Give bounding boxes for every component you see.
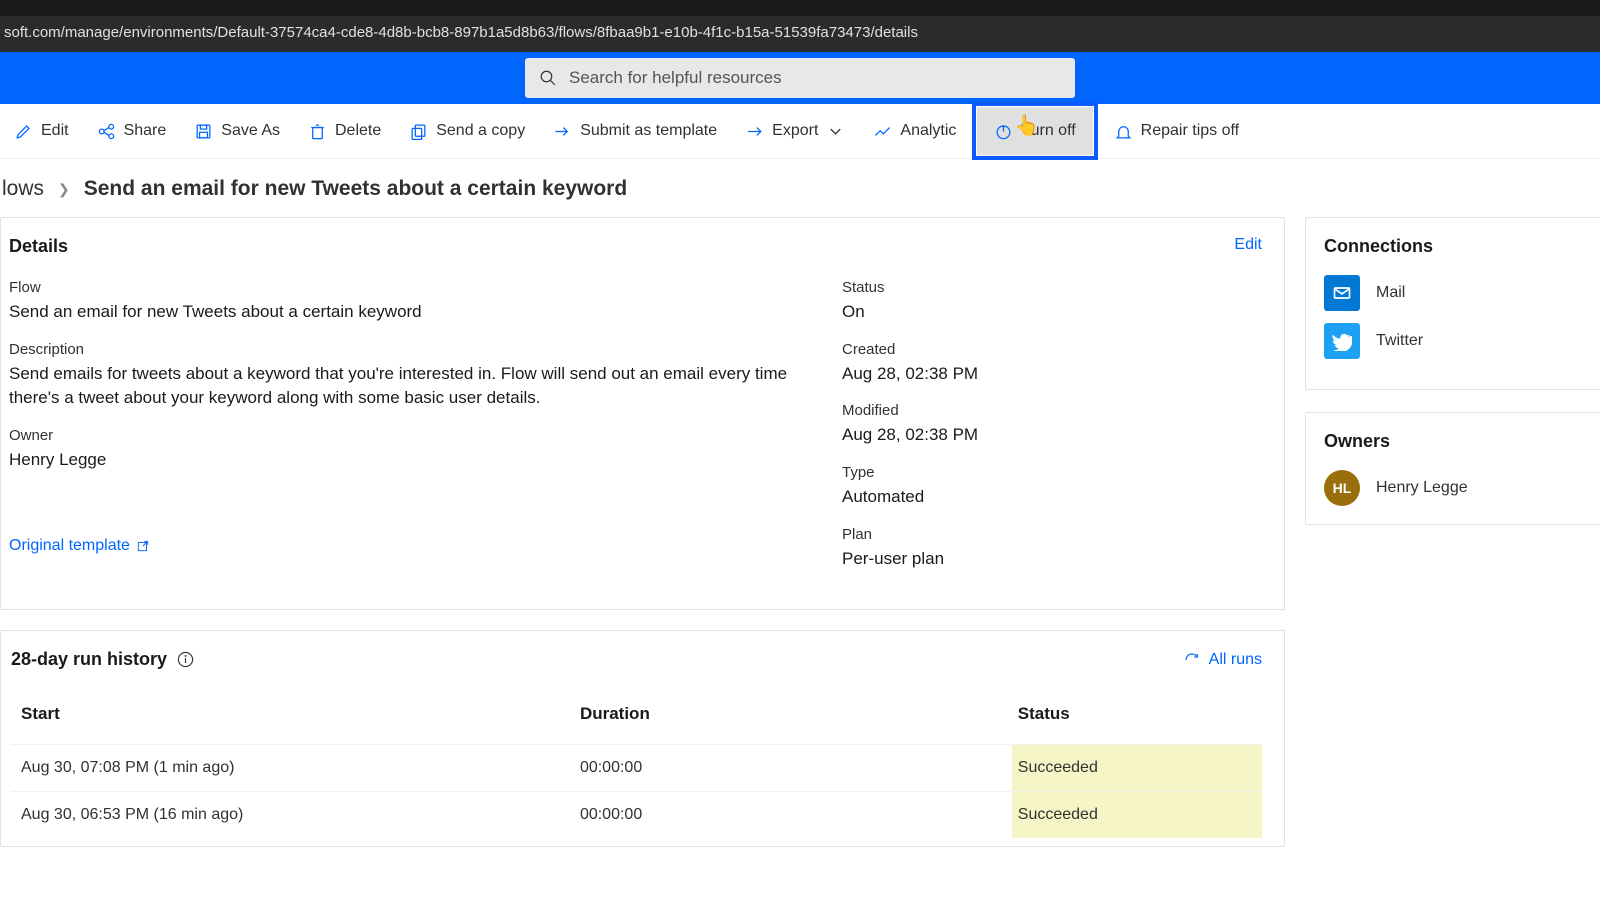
export-icon: [745, 122, 764, 141]
avatar: HL: [1324, 470, 1360, 506]
url-text: soft.com/manage/environments/Default-375…: [4, 24, 918, 41]
owner-value: Henry Legge: [9, 448, 822, 473]
turn-off-button[interactable]: Turn off 👆: [972, 102, 1097, 160]
submit-icon: [553, 122, 572, 141]
search-input[interactable]: [569, 68, 1061, 88]
details-card: Details Edit Flow Send an email for new …: [0, 217, 1285, 610]
save-icon: [194, 122, 213, 141]
created-value: Aug 28, 02:38 PM: [842, 362, 1262, 387]
page-title: Send an email for new Tweets about a cer…: [84, 177, 627, 201]
chevron-down-icon: [826, 122, 845, 141]
share-button[interactable]: Share: [83, 109, 181, 153]
breadcrumb: lows ❯ Send an email for new Tweets abou…: [0, 159, 1600, 217]
delete-label: Delete: [335, 122, 381, 140]
browser-chrome: [0, 0, 1600, 16]
details-edit-link[interactable]: Edit: [1234, 236, 1262, 254]
type-label: Type: [842, 464, 1262, 481]
connections-card: Connections Mail Twitter: [1305, 217, 1600, 390]
mail-label: Mail: [1376, 284, 1405, 302]
chevron-right-icon: ❯: [58, 181, 70, 198]
created-label: Created: [842, 341, 1262, 358]
table-row[interactable]: Aug 30, 06:53 PM (16 min ago) 00:00:00 S…: [11, 792, 1262, 839]
export-button[interactable]: Export: [731, 109, 859, 153]
owners-heading: Owners: [1324, 431, 1600, 452]
cell-status: Succeeded: [1012, 745, 1262, 792]
twitter-label: Twitter: [1376, 332, 1423, 350]
send-copy-button[interactable]: Send a copy: [395, 109, 539, 153]
url-bar[interactable]: soft.com/manage/environments/Default-375…: [0, 16, 1600, 52]
type-value: Automated: [842, 485, 1262, 510]
bell-icon: [1114, 122, 1133, 141]
table-row[interactable]: Aug 30, 07:08 PM (1 min ago) 00:00:00 Su…: [11, 745, 1262, 792]
edit-button[interactable]: Edit: [0, 109, 83, 153]
original-template-text: Original template: [9, 537, 130, 555]
original-template-link[interactable]: Original template: [9, 537, 150, 555]
delete-icon: [308, 122, 327, 141]
analytics-icon: [873, 122, 892, 141]
col-status[interactable]: Status: [1012, 694, 1262, 745]
app-header: [0, 52, 1600, 104]
search-icon: [539, 69, 557, 87]
all-runs-text: All runs: [1209, 651, 1262, 669]
external-link-icon: [136, 539, 150, 553]
export-label: Export: [772, 122, 818, 140]
details-heading: Details: [9, 236, 68, 257]
col-duration[interactable]: Duration: [574, 694, 1012, 745]
command-bar: Edit Share Save As Delete Send a copy Su…: [0, 104, 1600, 159]
all-runs-link[interactable]: All runs: [1183, 651, 1262, 669]
search-box[interactable]: [525, 58, 1075, 98]
analytics-label: Analytic: [900, 122, 956, 140]
owner-name: Henry Legge: [1376, 479, 1468, 497]
power-icon: [994, 122, 1013, 141]
submit-template-button[interactable]: Submit as template: [539, 109, 731, 153]
connection-twitter[interactable]: Twitter: [1324, 323, 1600, 359]
plan-label: Plan: [842, 526, 1262, 543]
repair-tips-button[interactable]: Repair tips off: [1100, 109, 1253, 153]
modified-value: Aug 28, 02:38 PM: [842, 423, 1262, 448]
col-start[interactable]: Start: [11, 694, 574, 745]
repair-tips-label: Repair tips off: [1141, 122, 1239, 140]
refresh-icon: [1183, 651, 1201, 669]
send-copy-label: Send a copy: [436, 122, 525, 140]
connection-mail[interactable]: Mail: [1324, 275, 1600, 311]
twitter-icon: [1324, 323, 1360, 359]
cell-duration: 00:00:00: [574, 792, 1012, 839]
cell-start: Aug 30, 06:53 PM (16 min ago): [11, 792, 574, 839]
status-label: Status: [842, 279, 1262, 296]
owner-label: Owner: [9, 427, 822, 444]
run-history-card: 28-day run history All runs Start Durati…: [0, 630, 1285, 847]
description-label: Description: [9, 341, 822, 358]
save-as-label: Save As: [221, 122, 280, 140]
edit-label: Edit: [41, 122, 69, 140]
description-value: Send emails for tweets about a keyword t…: [9, 362, 822, 411]
owners-card: Owners HL Henry Legge: [1305, 412, 1600, 525]
flow-value: Send an email for new Tweets about a cer…: [9, 300, 822, 325]
save-as-button[interactable]: Save As: [180, 109, 294, 153]
status-value: On: [842, 300, 1262, 325]
cell-status: Succeeded: [1012, 792, 1262, 839]
plan-value: Per-user plan: [842, 547, 1262, 572]
flow-label: Flow: [9, 279, 822, 296]
history-heading-text: 28-day run history: [11, 649, 167, 670]
mail-icon: [1324, 275, 1360, 311]
cell-duration: 00:00:00: [574, 745, 1012, 792]
modified-label: Modified: [842, 402, 1262, 419]
edit-icon: [14, 122, 33, 141]
history-table: Start Duration Status Aug 30, 07:08 PM (…: [11, 694, 1262, 838]
connections-heading: Connections: [1324, 236, 1600, 257]
share-label: Share: [124, 122, 167, 140]
analytics-button[interactable]: Analytic: [859, 109, 970, 153]
submit-template-label: Submit as template: [580, 122, 717, 140]
share-icon: [97, 122, 116, 141]
copy-icon: [409, 122, 428, 141]
breadcrumb-parent[interactable]: lows: [2, 177, 44, 201]
cell-start: Aug 30, 07:08 PM (1 min ago): [11, 745, 574, 792]
info-icon[interactable]: [177, 651, 194, 668]
history-heading: 28-day run history: [11, 649, 194, 670]
turn-off-label: Turn off: [1021, 122, 1075, 140]
owner-row[interactable]: HL Henry Legge: [1324, 470, 1600, 506]
delete-button[interactable]: Delete: [294, 109, 395, 153]
